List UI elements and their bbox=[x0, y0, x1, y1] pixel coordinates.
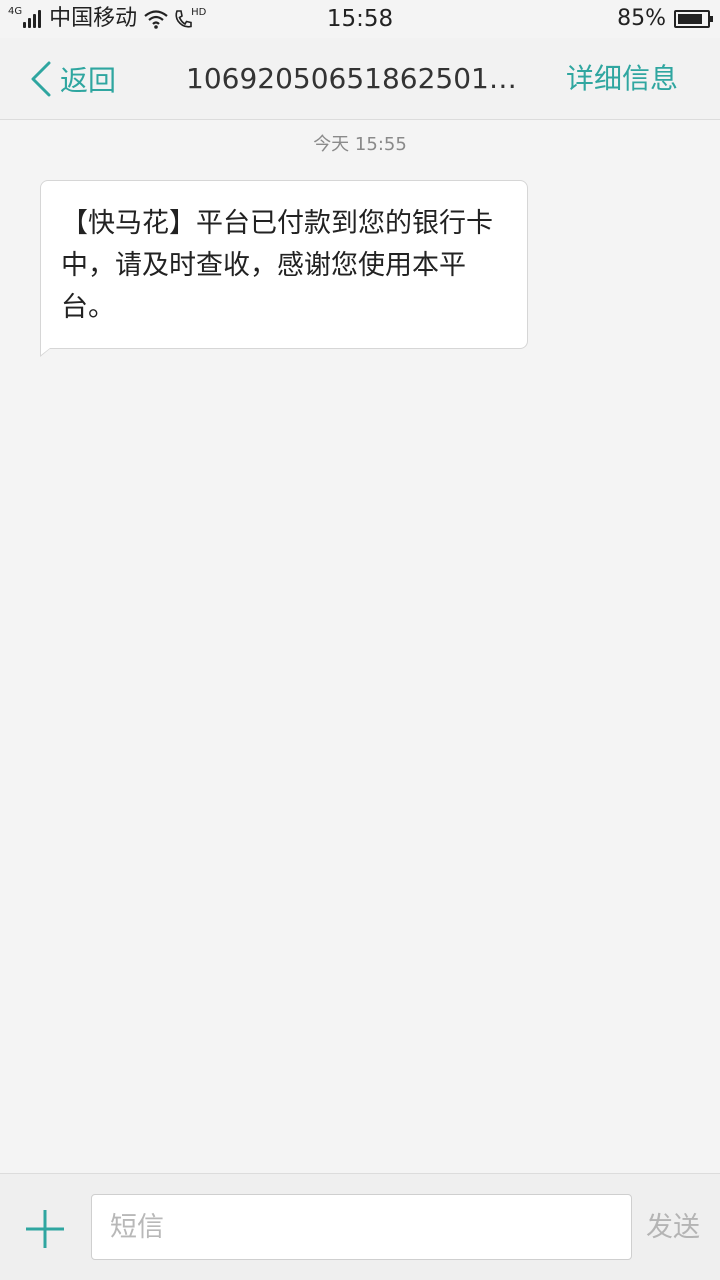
status-left: 4G 中国移动 HD bbox=[8, 5, 206, 33]
message-text: 【快马花】平台已付款到您的银行卡中，请及时查收，感谢您使用本平台。 bbox=[61, 208, 493, 323]
battery-fill bbox=[678, 14, 702, 24]
network-type: 4G bbox=[8, 6, 23, 17]
phone-icon bbox=[175, 10, 192, 28]
message-bubble[interactable]: 【快马花】平台已付款到您的银行卡中，请及时查收，感谢您使用本平台。 bbox=[40, 180, 528, 357]
plus-icon[interactable] bbox=[22, 1206, 68, 1252]
status-bar: 4G 中国移动 HD 15:58 85% bbox=[0, 0, 720, 38]
details-button[interactable]: 详细信息 bbox=[566, 56, 678, 102]
call-hd-icon: HD bbox=[173, 8, 206, 30]
back-button[interactable]: 返回 bbox=[30, 56, 116, 102]
battery-icon bbox=[674, 10, 713, 28]
signal-icon bbox=[23, 10, 43, 28]
back-chevron-icon bbox=[31, 61, 51, 97]
composer-bar: 发送 bbox=[0, 1173, 720, 1280]
back-label: 返回 bbox=[60, 64, 117, 97]
battery-percentage: 85% bbox=[617, 6, 666, 31]
title-bar: 返回 10692050651862501066 详细信息 bbox=[0, 38, 720, 120]
message-input[interactable] bbox=[91, 1194, 632, 1260]
hd-label: HD bbox=[191, 7, 207, 18]
wifi-icon bbox=[144, 10, 168, 29]
carrier-name: 中国移动 bbox=[49, 6, 138, 31]
status-right: 85% bbox=[617, 5, 713, 33]
message-timestamp: 今天 15:55 bbox=[313, 134, 407, 155]
send-button[interactable]: 发送 bbox=[646, 1206, 700, 1250]
conversation-title: 10692050651862501066 bbox=[186, 62, 530, 95]
